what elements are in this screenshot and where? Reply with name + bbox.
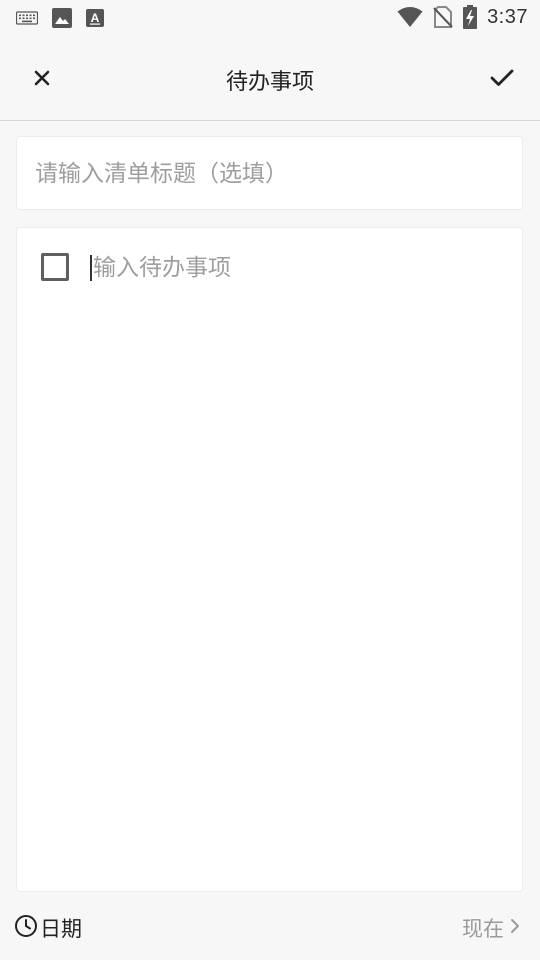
list-title-input[interactable] — [33, 137, 507, 211]
status-time: 3:37 — [487, 5, 528, 28]
todo-item-input[interactable] — [91, 246, 495, 290]
todo-editor-screen: A 3:37 待办事项 请输入清单标题（选填） 输入待办事项 日期 现在 — [0, 0, 540, 960]
no-sim-icon — [433, 5, 453, 29]
status-bar-left: A — [16, 8, 104, 28]
app-bar: 待办事项 — [0, 36, 540, 121]
list-title-card — [16, 136, 523, 211]
todo-items-card — [16, 227, 523, 892]
image-icon — [52, 8, 72, 28]
time-value: 现在 — [462, 917, 504, 941]
svg-text:A: A — [91, 11, 100, 25]
keyboard-icon — [16, 11, 38, 25]
text-a-icon: A — [86, 9, 104, 27]
confirm-button[interactable] — [482, 60, 522, 100]
bottom-bar: 日期 现在 — [0, 900, 540, 956]
status-bar: A 3:37 — [0, 0, 540, 36]
page-title: 待办事项 — [225, 70, 314, 95]
date-selector[interactable]: 日期 — [14, 913, 82, 943]
check-icon — [490, 69, 514, 91]
clock-icon — [14, 914, 38, 942]
battery-charging-icon — [463, 5, 478, 29]
status-bar-right: 3:37 — [397, 5, 528, 29]
wifi-icon — [397, 6, 423, 28]
date-label: 日期 — [40, 917, 82, 941]
todo-item-checkbox[interactable] — [41, 253, 69, 281]
time-selector[interactable]: 现在 — [462, 913, 520, 943]
chevron-right-icon — [510, 918, 520, 938]
